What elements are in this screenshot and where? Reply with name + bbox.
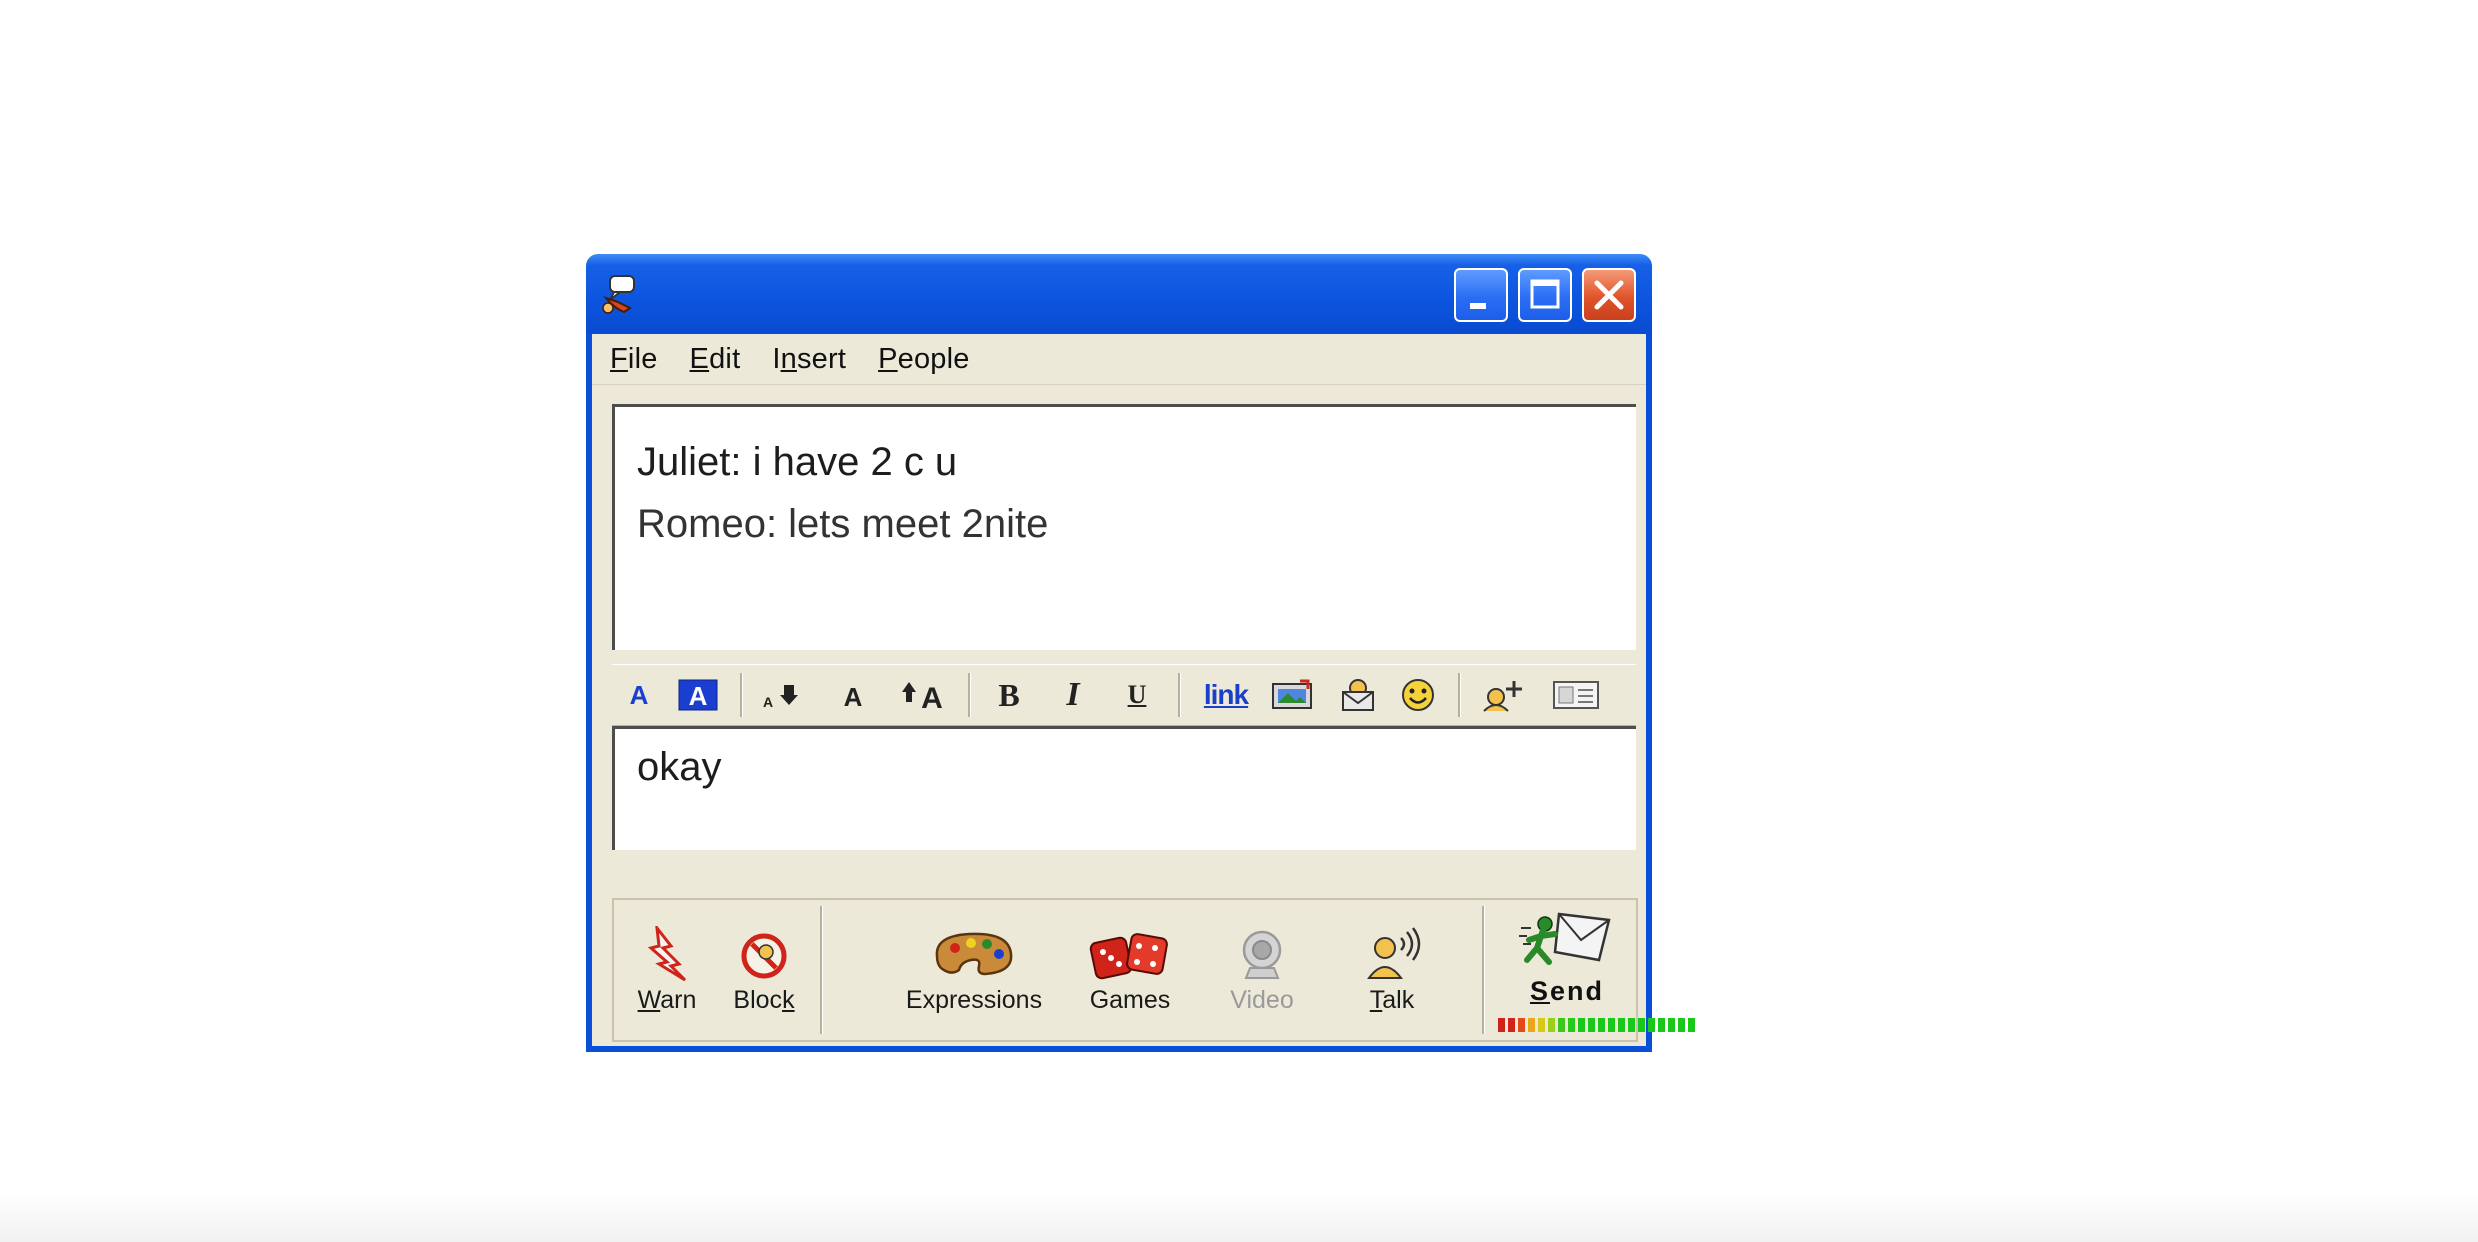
games-button[interactable]: Games (1080, 926, 1180, 1015)
meter-segment (1668, 1018, 1675, 1032)
block-icon (741, 933, 787, 979)
meter-segment (1598, 1018, 1605, 1032)
dice-icon (1089, 933, 1168, 980)
minimize-icon (1470, 303, 1486, 309)
maximize-icon (1530, 279, 1560, 309)
link-label: link (1203, 679, 1249, 710)
normal-font-button[interactable]: A (838, 675, 868, 715)
increase-font-button[interactable]: A (900, 675, 946, 715)
expressions-button[interactable]: Expressions (904, 926, 1044, 1015)
title-bar[interactable] (586, 254, 1652, 334)
meter-segment (1518, 1018, 1525, 1032)
meter-segment (1688, 1018, 1695, 1032)
meter-segment (1558, 1018, 1565, 1032)
talk-button[interactable]: Talk (1354, 926, 1430, 1015)
message-compose-input[interactable]: okay (612, 726, 1636, 850)
italic-icon: I (1066, 676, 1080, 713)
meter-segment (1608, 1018, 1615, 1032)
warn-button[interactable]: Warn (634, 926, 700, 1015)
chat-app-icon (602, 275, 635, 314)
palette-icon (935, 932, 1013, 976)
meter-segment (1528, 1018, 1535, 1032)
svg-text:A: A (689, 681, 708, 711)
svg-text:A: A (630, 680, 649, 710)
smiley-button[interactable] (1400, 675, 1436, 715)
menu-edit[interactable]: Edit (690, 343, 741, 376)
send-email-button[interactable] (1338, 675, 1378, 715)
meter-segment (1648, 1018, 1655, 1032)
italic-button[interactable]: I (1058, 675, 1088, 715)
formatting-toolbar: A A A A A B I U link (612, 664, 1636, 726)
buddy-info-button[interactable] (1552, 675, 1600, 715)
add-buddy-button[interactable] (1480, 675, 1528, 715)
menu-insert[interactable]: Insert (772, 343, 846, 376)
meter-segment (1638, 1018, 1645, 1032)
conversation-history[interactable]: Juliet: i have 2 c u Romeo: lets meet 2n… (612, 404, 1636, 650)
action-bar: Warn Block Expressions Games Video Talk … (612, 898, 1695, 1042)
toolbar-separator (1178, 673, 1181, 717)
action-separator (820, 906, 823, 1034)
im-window: File Edit Insert People Juliet: i have 2… (586, 254, 1695, 1052)
svg-text:A: A (844, 682, 863, 710)
bold-button[interactable]: B (994, 675, 1024, 715)
toolbar-separator (740, 673, 743, 717)
smiley-icon (1402, 679, 1434, 711)
text-color-button[interactable]: A (624, 675, 654, 715)
meter-segment (1628, 1018, 1635, 1032)
block-button[interactable]: Block (724, 926, 804, 1015)
decrease-font-button[interactable]: A (760, 675, 804, 715)
meter-segment (1568, 1018, 1575, 1032)
message-juliet: Juliet: i have 2 c u (637, 440, 958, 484)
text-color-icon: A (630, 680, 649, 710)
action-separator (1482, 906, 1485, 1034)
background-color-button[interactable]: A (678, 675, 718, 715)
bold-icon: B (998, 676, 1020, 713)
add-buddy-icon (1483, 681, 1522, 712)
close-icon (1594, 280, 1624, 310)
meter-segment (1678, 1018, 1685, 1032)
meter-segment (1508, 1018, 1515, 1032)
underline-icon: U (1127, 680, 1147, 709)
decrease-font-icon: A (763, 685, 798, 710)
meter-segment (1548, 1018, 1555, 1032)
compose-text: okay (637, 745, 722, 789)
svg-text:A: A (763, 694, 773, 710)
send-button[interactable]: Send (1502, 908, 1632, 1007)
increase-font-icon: A (902, 682, 943, 712)
close-button[interactable] (1582, 268, 1636, 322)
toolbar-separator (1458, 673, 1461, 717)
maximize-button[interactable] (1518, 268, 1572, 322)
menu-bar: File Edit Insert People (592, 334, 1646, 385)
menu-file[interactable]: File (610, 343, 658, 376)
meter-segment (1618, 1018, 1625, 1032)
meter-segment (1658, 1018, 1665, 1032)
talk-icon (1367, 927, 1421, 979)
meter-segment (1578, 1018, 1585, 1032)
picture-icon (1272, 679, 1312, 709)
background-color-icon: A (678, 679, 718, 711)
toolbar-separator (968, 673, 971, 717)
warn-lightning-icon (647, 926, 687, 982)
menu-people[interactable]: People (878, 343, 970, 376)
video-button[interactable]: Video (1222, 926, 1302, 1015)
minimize-button[interactable] (1454, 268, 1508, 322)
page-bottom-fade (0, 1192, 2478, 1242)
email-icon (1342, 679, 1374, 711)
insert-image-button[interactable] (1270, 675, 1314, 715)
underline-button[interactable]: U (1122, 675, 1152, 715)
insert-link-button[interactable]: link (1198, 675, 1254, 715)
normal-font-icon: A (844, 682, 863, 710)
warning-level-meter (1498, 1018, 1695, 1032)
message-romeo: Romeo: lets meet 2nite (637, 502, 1049, 546)
window-client-area: File Edit Insert People Juliet: i have 2… (592, 334, 1695, 1046)
meter-segment (1498, 1018, 1505, 1032)
profile-card-icon (1553, 681, 1599, 709)
webcam-icon (1242, 930, 1282, 979)
svg-text:A: A (921, 682, 943, 712)
send-runner-envelope-icon (1519, 912, 1611, 965)
meter-segment (1538, 1018, 1545, 1032)
meter-segment (1588, 1018, 1595, 1032)
